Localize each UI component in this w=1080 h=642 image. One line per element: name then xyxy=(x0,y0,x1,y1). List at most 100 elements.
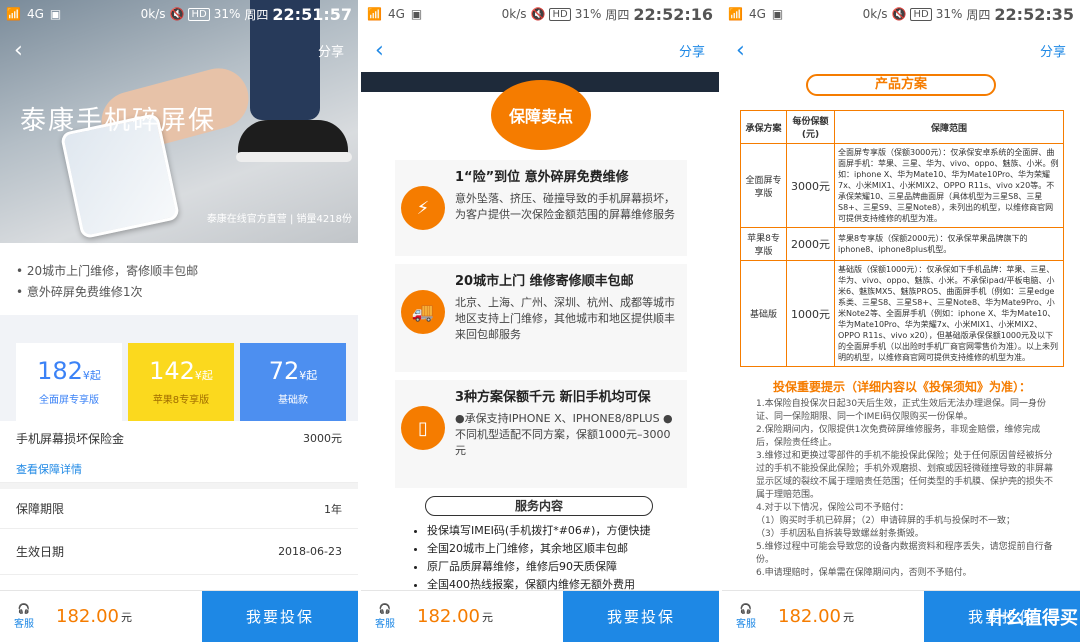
card-title: 3种方案保额千元 新旧手机均可保 xyxy=(455,390,651,405)
notice-item: （1）购买时手机已碎屏；（2）申请碎屏的手机与投保时不一致； xyxy=(756,516,1015,526)
table-header: 每份保额(元) xyxy=(786,110,835,144)
network-speed: 0k/s xyxy=(501,7,527,21)
card-text: 意外坠落、挤压、碰撞导致的手机屏幕损坏，为客户提供一次保险金额范围的屏幕维修服务 xyxy=(455,192,675,221)
table-header: 承保方案 xyxy=(740,110,787,144)
network-speed: 0k/s xyxy=(140,7,166,21)
table-row: 苹果8专享版 2000元 苹果8专享版（保额2000元）：仅承保苹果品牌旗下的i… xyxy=(740,227,1064,261)
hero-shoe-sole xyxy=(236,152,352,162)
selling-point-card: 🚚 20城市上门 维修寄修顺丰包邮 北京、上海、广州、深圳、杭州、成都等城市地区… xyxy=(395,264,687,372)
hd-badge: HD xyxy=(549,7,571,21)
plans-table: 承保方案 每份保额(元) 保障范围 全面屏专享版 3000元 全面屏专享版（保额… xyxy=(740,110,1064,367)
plan-card-basic[interactable]: 72¥起 基础款 xyxy=(240,343,346,421)
battery-level: 31% xyxy=(213,7,241,21)
service-item: 原厂品质屏幕维修，维修后90天质保障 xyxy=(427,558,707,574)
coverage-label: 手机屏幕损坏保险金 xyxy=(16,431,125,446)
plan-price: 182 xyxy=(37,357,83,385)
notice-item: 2.保险期间内，仅限提供1次免费碎屏维修服务，非现金赔偿，维修完成后，保险责任终… xyxy=(756,425,1041,448)
buy-insurance-button[interactable]: 我要投保 xyxy=(563,591,719,642)
phone-screen-3: 📶 4G ▣ 0k/s 🔇 HD 31% 周四 22:52:35 ‹ 分享 产品方案… xyxy=(722,0,1080,642)
signal-4g-icon: 4G xyxy=(387,7,405,21)
wifi-icon: 📶 xyxy=(6,7,21,21)
mute-icon: 🔇 xyxy=(530,7,546,21)
table-row: 基础版 1000元 基础版（保额1000元）：仅承保如下手机品牌：苹果、三星、华… xyxy=(740,260,1064,367)
selling-points-badge: 保障卖点 xyxy=(491,80,591,150)
plan-selector: 182¥起 全面屏专享版 142¥起 苹果8专享版 72¥起 基础款 xyxy=(0,315,358,421)
plan-card-fullscreen[interactable]: 182¥起 全面屏专享版 xyxy=(16,343,122,421)
image-icon: ▣ xyxy=(771,7,784,21)
hd-badge: HD xyxy=(188,7,210,21)
effective-date-value: 2018-06-23 xyxy=(278,545,342,558)
weekday: 周四 xyxy=(605,7,630,22)
wifi-icon: 📶 xyxy=(728,7,743,21)
share-button[interactable]: 分享 xyxy=(318,41,344,60)
notice-list: 1.本保险自投保次日起30天后生效，正式生效后无法办理退保。同一身份证、同一保险… xyxy=(756,398,1056,580)
customer-service-button[interactable]: 🎧 客服 xyxy=(361,591,409,642)
battery-level: 31% xyxy=(935,7,963,21)
mute-icon: 🔇 xyxy=(891,7,907,21)
policy-details: 手机屏幕损坏保险金 3000元 查看保障详情 保障期限 1年 生效日期 2018… xyxy=(0,421,358,575)
notice-item: 5.维修过程中可能会导致您的设备内数据资料和程序丢失，请您提前自行备份。 xyxy=(756,542,1053,565)
phone-icon: ▯ xyxy=(401,406,445,450)
notice-title: 投保重要提示（详细内容以《投保须知》为准）： xyxy=(772,380,1031,394)
headset-icon: 🎧 xyxy=(378,603,392,615)
weekday: 周四 xyxy=(244,7,269,22)
phone-screen-1: 泰康手机碎屏保 泰康在线官方直营 | 销量4218份 📶 4G ▣ 0k/s 🔇 H… xyxy=(0,0,358,642)
service-item: 投保填写IMEI码(手机拨打*#06#)，方便快捷 xyxy=(427,522,707,538)
notice-item: 3.维修过和更换过零部件的手机不能投保此保险；处于任何原因曾经被拆分过的手机不能… xyxy=(756,451,1054,500)
plan-card-iphone8[interactable]: 142¥起 苹果8专享版 xyxy=(128,343,234,421)
plan-price: 72 xyxy=(268,357,300,385)
battery-level: 31% xyxy=(574,7,602,21)
period-value: 1年 xyxy=(324,502,342,516)
broken-phone-icon: ⚡ xyxy=(401,186,445,230)
buy-insurance-button[interactable]: 我要投保 xyxy=(202,591,358,642)
nav-bar: ‹ 分享 xyxy=(722,28,1080,72)
network-speed: 0k/s xyxy=(862,7,888,21)
view-details-link[interactable]: 查看保障详情 xyxy=(16,461,82,477)
notice-item: 6.申请理赔时，保单需在保障期间内，否则不予赔付。 xyxy=(756,568,972,578)
signal-4g-icon: 4G xyxy=(26,7,44,21)
status-bar: 📶 4G ▣ 0k/s 🔇 HD 31% 周四 22:52:16 xyxy=(361,0,719,28)
mute-icon: 🔇 xyxy=(169,7,185,21)
hero-title: 泰康手机碎屏保 xyxy=(20,106,217,136)
phone-screen-2: 📶 4G ▣ 0k/s 🔇 HD 31% 周四 22:52:16 ‹ 分享 保障卖点… xyxy=(361,0,719,642)
total-price: 182.00 元 xyxy=(778,606,854,627)
screenshot-collage: 泰康手机碎屏保 泰康在线官方直营 | 销量4218份 📶 4G ▣ 0k/s 🔇 H… xyxy=(0,0,1080,642)
selling-point-card: ▯ 3种方案保额千元 新旧手机均可保 ●承保支持IPHONE X、IPHONE8… xyxy=(395,380,687,488)
plan-name: 全面屏专享版 xyxy=(39,395,99,406)
notice-item: 1.本保险自投保次日起30天后生效，正式生效后无法办理退保。同一身份证、同一保险… xyxy=(756,399,1047,422)
customer-service-button[interactable]: 🎧 客服 xyxy=(0,591,48,642)
footer-bar: 🎧 客服 182.00 元 我要投保 xyxy=(0,590,358,642)
nav-bar: ‹ 分享 xyxy=(361,28,719,72)
back-icon[interactable]: ‹ xyxy=(736,38,745,63)
service-title: 服务内容 xyxy=(425,496,653,516)
share-button[interactable]: 分享 xyxy=(1040,41,1066,60)
plan-name: 苹果8专享版 xyxy=(152,395,210,406)
headset-icon: 🎧 xyxy=(739,603,753,615)
back-icon[interactable]: ‹ xyxy=(375,38,384,63)
nav-bar: ‹ 分享 xyxy=(0,28,358,72)
plans-title: 产品方案 xyxy=(806,74,996,96)
status-bar: 📶 4G ▣ 0k/s 🔇 HD 31% 周四 22:51:57 xyxy=(0,0,358,28)
card-title: 20城市上门 维修寄修顺丰包邮 xyxy=(455,274,634,289)
total-price: 182.00 元 xyxy=(417,606,493,627)
clock: 22:51:57 xyxy=(272,4,352,24)
clock: 22:52:16 xyxy=(633,4,713,24)
coverage-value: 3000元 xyxy=(303,432,342,445)
wifi-icon: 📶 xyxy=(367,7,382,21)
status-bar: 📶 4G ▣ 0k/s 🔇 HD 31% 周四 22:52:35 xyxy=(722,0,1080,28)
card-text: 北京、上海、广州、深圳、杭州、成都等城市地区支持上门维修，其他城市和地区提供顺丰… xyxy=(455,296,675,341)
feature-item: • 20城市上门维修，寄修顺丰包邮 xyxy=(16,264,199,278)
detail-row: 查看保障详情 xyxy=(0,455,358,483)
effective-date-row: 生效日期 2018-06-23 xyxy=(0,529,358,575)
hero-subtitle: 泰康在线官方直营 | 销量4218份 xyxy=(206,214,352,225)
footer-bar: 🎧 客服 182.00 元 我要投保 xyxy=(361,590,719,642)
service-item: 全国20城市上门维修，其余地区顺丰包邮 xyxy=(427,540,707,556)
customer-service-button[interactable]: 🎧 客服 xyxy=(722,591,770,642)
share-button[interactable]: 分享 xyxy=(679,41,705,60)
back-icon[interactable]: ‹ xyxy=(14,38,23,63)
image-icon: ▣ xyxy=(49,7,62,21)
weekday: 周四 xyxy=(966,7,991,22)
period-label: 保障期限 xyxy=(16,502,65,516)
table-row: 全面屏专享版 3000元 全面屏专享版（保额3000元）：仅承保安卓系统的全面屏… xyxy=(740,143,1064,228)
effective-date-label: 生效日期 xyxy=(16,545,65,559)
